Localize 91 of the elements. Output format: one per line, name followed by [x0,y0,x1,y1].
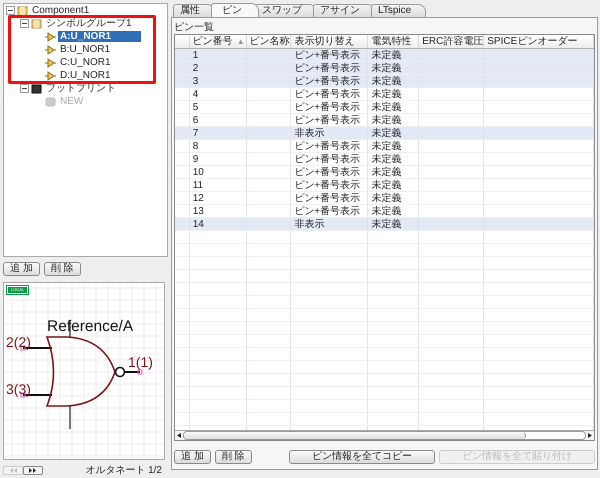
tree-item[interactable]: B:U_NOR1 [58,44,112,55]
table-cell: 4 [189,88,246,100]
tree-button[interactable]: 追 加 [3,262,40,276]
table-row[interactable]: 10 ピン+番号表示 未定義 [175,166,594,178]
chip-icon [31,84,42,94]
fast-forward-icon [28,468,38,473]
table-cell: ピン+番号表示 [290,48,368,62]
table-cell: ピン+番号表示 [290,178,368,192]
table-cell: 10 [189,166,246,178]
table-row[interactable]: 11 ピン+番号表示 未定義 [175,178,594,192]
table-cell: 未定義 [368,48,419,62]
table-cell: ピン+番号表示 [290,100,368,114]
pin-label: 1(1) [128,354,153,370]
table-row[interactable]: 2 ピン+番号表示 未定義 [175,62,594,74]
tree-item[interactable]: シンボルグループ1 [44,18,134,29]
table-cell: 未定義 [368,140,419,152]
pin-label: 3(3) [6,381,31,398]
column-header[interactable]: 電気特性 [368,35,419,48]
table-cell: ピン+番号表示 [290,166,368,178]
table-cell: ピン+番号表示 [290,62,368,74]
tree-item[interactable]: C:U_NOR1 [58,57,113,68]
tree-item[interactable]: Component1 [30,5,92,16]
tree-item[interactable]: A:U_NOR1 [58,31,142,42]
table-cell: ピン+番号表示 [290,88,368,100]
table-cell: 未定義 [368,100,419,114]
table-cell: 未定義 [368,218,419,230]
tree-item[interactable]: フットプリント [44,83,118,94]
gate-icon [45,70,56,80]
table-cell: 7 [189,126,246,140]
table-row[interactable]: 8 ピン+番号表示 未定義 [175,140,594,152]
table-cell: 8 [189,140,246,152]
column-header[interactable]: ピン名称 [246,35,291,48]
table-cell: 非表示 [290,218,368,230]
table-button[interactable]: 追 加 [174,450,211,464]
package-icon [17,6,28,16]
table-cell: 未定義 [368,126,419,140]
table-cell: 14 [189,218,246,230]
table-cell: 未定義 [368,192,419,204]
table-cell: 5 [189,100,246,114]
scroll-left-icon [177,433,181,438]
gate-icon [45,32,56,42]
tab[interactable]: LTspice [371,4,426,17]
next-button[interactable] [23,466,43,475]
table-row[interactable]: 7 非表示 未定義 [175,126,594,140]
package-icon [31,18,42,28]
table-row[interactable]: 14 非表示 未定義 [175,218,594,230]
section-title: ピン一覧 [174,22,215,34]
table-cell: 9 [189,152,246,166]
pin-label: 2(2) [6,334,31,350]
table-row[interactable]: 3 ピン+番号表示 未定義 [175,74,594,88]
table-cell: 未定義 [368,166,419,178]
column-header[interactable]: ERC許容電圧 [418,35,484,48]
column-header[interactable]: SPICEピンオーダー [484,35,594,48]
tree-item[interactable]: D:U_NOR1 [58,70,113,81]
table-row[interactable]: 4 ピン+番号表示 未定義 [175,88,594,100]
column-header[interactable]: ピン番号 ▲ [189,35,246,48]
table-cell: 1 [189,48,246,62]
table-cell: ピン+番号表示 [290,152,368,166]
collapse-icon[interactable] [20,19,29,28]
table-cell: 未定義 [368,88,419,100]
table-row[interactable]: 12 ピン+番号表示 未定義 [175,192,594,204]
table-row[interactable]: 9 ピン+番号表示 未定義 [175,152,594,166]
table-cell: 非表示 [290,126,368,140]
table-cell: 未定義 [368,62,419,74]
table-cell: 3 [189,74,246,88]
table-cell: 2 [189,62,246,74]
rewind-icon [8,468,18,473]
gate-icon [45,58,56,68]
table-cell: 未定義 [368,178,419,192]
alternate-label: オルタネート 1/2 [85,464,163,478]
table-row[interactable]: 1 ピン+番号表示 未定義 [175,48,594,62]
table-button[interactable]: ピン情報を全てコピー [289,450,435,464]
horizontal-scrollbar[interactable] [175,430,594,440]
column-header[interactable]: 表示切り替え [290,35,368,48]
table-cell: ピン+番号表示 [290,192,368,204]
table-cell: 未定義 [368,74,419,88]
table-row[interactable]: 5 ピン+番号表示 未定義 [175,100,594,114]
collapse-icon[interactable] [6,6,15,15]
table-cell: ピン+番号表示 [290,74,368,88]
table-button[interactable]: 削 除 [214,450,252,464]
gate-icon [45,44,56,54]
table-cell: 11 [189,178,246,192]
tree-button[interactable]: 削 除 [44,262,81,276]
sort-indicator: ▲ [236,36,245,46]
tab[interactable]: ピン [211,3,259,17]
square-icon [45,96,56,106]
scroll-right-icon [588,433,592,438]
collapse-icon[interactable] [20,84,29,93]
table-cell: 12 [189,192,246,204]
table-cell: 未定義 [368,152,419,166]
table-cell: ピン+番号表示 [290,140,368,152]
